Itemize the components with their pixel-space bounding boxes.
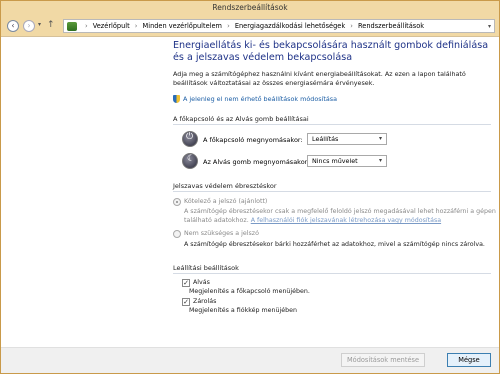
- password-required-desc-end: található adatokhoz.: [184, 217, 249, 224]
- up-arrow-icon[interactable]: ↑: [47, 20, 55, 30]
- window: Rendszerbeállítások ‹ › ▾ ↑ › Vezérlőpul…: [0, 0, 500, 374]
- title-bar[interactable]: Rendszerbeállítások: [1, 1, 499, 15]
- forward-button[interactable]: ›: [23, 20, 35, 32]
- password-required-radio[interactable]: [173, 198, 181, 206]
- sleep-button-value: Nincs művelet: [312, 157, 358, 165]
- main-content: Energiaellátás ki- és bekapcsolására has…: [1, 38, 499, 347]
- breadcrumb-item-power-options[interactable]: Energiagazdálkodási lehetőségek: [235, 22, 345, 30]
- sleep-button-label: Az Alvás gomb megnyomásakor:: [203, 158, 310, 166]
- window-title: Rendszerbeállítások: [212, 3, 288, 12]
- address-box[interactable]: › Vezérlőpult › Minden vezérlőpultelem ›…: [63, 19, 495, 33]
- recent-pages-icon[interactable]: ▾: [38, 21, 41, 28]
- footer-bar: Módosítások mentése Mégse: [1, 347, 499, 373]
- password-section-title: Jelszavas védelem ébresztéskor: [173, 182, 277, 190]
- breadcrumb-separator: ›: [134, 22, 138, 30]
- section-divider: [173, 191, 491, 192]
- power-icon: [182, 131, 198, 147]
- password-required-desc-2: található adatokhoz. A felhasználói fiók…: [184, 216, 441, 225]
- password-not-required-label: Nem szükséges a jelszó: [184, 230, 259, 237]
- cancel-button[interactable]: Mégse: [447, 353, 491, 367]
- sleep-icon: [182, 153, 198, 169]
- breadcrumb-item-all-items[interactable]: Minden vezérlőpultelem: [143, 22, 222, 30]
- back-button[interactable]: ‹: [7, 20, 19, 32]
- power-button-select[interactable]: Leállítás ▾: [307, 133, 387, 145]
- sleep-button-select[interactable]: Nincs művelet ▾: [307, 155, 387, 167]
- lock-checkbox[interactable]: ✓: [182, 298, 190, 306]
- change-password-link[interactable]: A felhasználói fiók jelszavának létrehoz…: [251, 217, 441, 224]
- save-changes-button[interactable]: Módosítások mentése: [341, 353, 425, 367]
- section-divider: [173, 124, 491, 125]
- password-not-required-radio[interactable]: [173, 230, 181, 238]
- power-button-label: A főkapcsoló megnyomásakor:: [203, 136, 303, 144]
- breadcrumb-separator: ›: [350, 22, 353, 30]
- power-button-value: Leállítás: [312, 135, 339, 143]
- password-required-label: Kötelező a jelszó (ajánlott): [184, 198, 268, 205]
- breadcrumb: › Vezérlőpult › Minden vezérlőpultelem ›…: [82, 20, 424, 32]
- breadcrumb-separator: ›: [85, 22, 88, 30]
- breadcrumb-item-system-settings[interactable]: Rendszerbeállítások: [358, 22, 424, 30]
- buttons-section-title: A főkapcsoló és az Alvás gomb beállítása…: [173, 115, 309, 123]
- sleep-checkbox-label: Alvás: [193, 279, 210, 286]
- lock-checkbox-label: Zárolás: [193, 298, 217, 305]
- change-unavailable-settings-label: A jelenleg el nem érhető beállítások mód…: [183, 95, 338, 103]
- chevron-down-icon: ▾: [378, 157, 382, 164]
- section-divider: [173, 273, 491, 274]
- password-not-required-desc: A számítógép ébresztésekor bárki hozzáfé…: [184, 241, 485, 248]
- breadcrumb-item-control-panel[interactable]: Vezérlőpult: [93, 22, 130, 30]
- shutdown-section-title: Leállítási beállítások: [173, 264, 239, 272]
- control-panel-icon: [67, 22, 77, 31]
- sleep-checkbox[interactable]: ✓: [182, 279, 190, 287]
- page-title: Energiaellátás ki- és bekapcsolására has…: [173, 40, 489, 63]
- breadcrumb-separator: ›: [227, 22, 230, 30]
- address-dropdown-icon[interactable]: ▾: [488, 23, 491, 30]
- chevron-down-icon: ▾: [378, 135, 382, 142]
- change-unavailable-settings-link[interactable]: A jelenleg el nem érhető beállítások mód…: [173, 95, 337, 103]
- address-bar-row: ‹ › ▾ ↑ › Vezérlőpult › Minden vezérlőpu…: [1, 15, 499, 37]
- password-required-desc: A számítógép ébresztésekor csak a megfel…: [184, 208, 496, 215]
- sleep-checkbox-desc: Megjelenítés a főkapcsoló menüjében.: [189, 288, 310, 295]
- lock-checkbox-desc: Megjelenítés a fiókkép menüjében: [189, 307, 298, 314]
- page-intro: Adja meg a számítógéphez használni kíván…: [173, 70, 466, 87]
- shield-icon: [173, 95, 180, 103]
